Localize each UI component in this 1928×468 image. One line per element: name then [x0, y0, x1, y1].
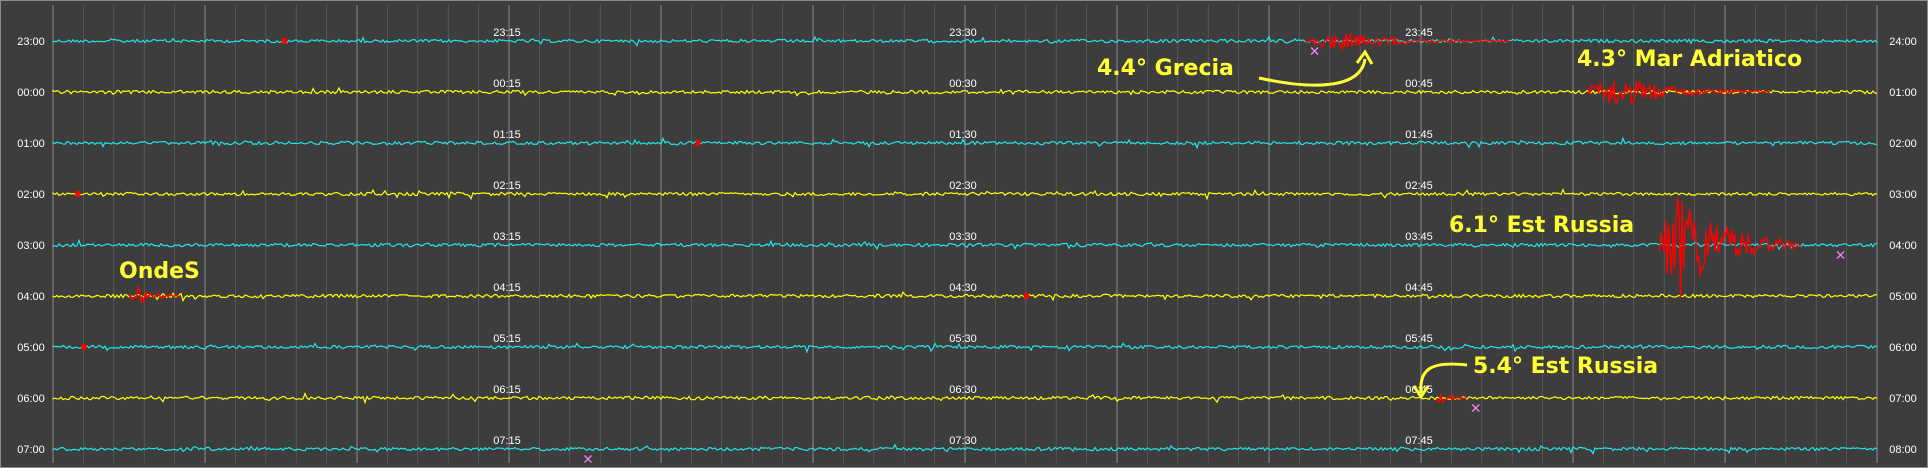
event-marker	[1471, 404, 1480, 412]
row-mid-label: 05:30	[949, 333, 977, 345]
row-mid-label: 04:15	[493, 282, 521, 294]
row-mid-label: 03:15	[493, 231, 521, 243]
row-mid-label: 02:15	[493, 180, 521, 192]
row-end-label: 06:00	[1889, 342, 1917, 354]
row-start-label: 01:00	[17, 138, 45, 150]
row-end-label: 08:00	[1889, 444, 1917, 456]
row-start-label: 03:00	[17, 240, 45, 252]
row-end-label: 03:00	[1889, 189, 1917, 201]
row-start-label: 06:00	[17, 393, 45, 405]
row-start-label: 23:00	[17, 36, 45, 48]
row-mid-label: 23:15	[493, 27, 521, 39]
row-start-label: 00:00	[17, 87, 45, 99]
annotation-adriatico: 4.3° Mar Adriatico	[1577, 47, 1802, 72]
annotation-6-1-russia: 6.1° Est Russia	[1449, 213, 1634, 238]
row-start-label: 04:00	[17, 291, 45, 303]
row-mid-label: 07:30	[949, 435, 977, 447]
row-mid-label: 04:45	[1405, 282, 1433, 294]
row-mid-label: 01:45	[1405, 129, 1433, 141]
row-mid-label: 06:30	[949, 384, 977, 396]
row-mid-label: 00:30	[949, 78, 977, 90]
row-mid-label: 00:45	[1405, 78, 1433, 90]
event-marker	[1836, 251, 1845, 259]
row-start-label: 05:00	[17, 342, 45, 354]
red-tick	[75, 191, 81, 197]
event-marker	[1310, 47, 1319, 55]
row-end-label: 02:00	[1889, 138, 1917, 150]
row-mid-label: 07:15	[493, 435, 521, 447]
row-mid-label: 23:45	[1405, 27, 1433, 39]
row-end-label: 07:00	[1889, 393, 1917, 405]
red-tick	[695, 140, 701, 146]
row-mid-label: 07:45	[1405, 435, 1433, 447]
seismogram-plot: 23:00 24:00 23:15 23:30 23:45 00:00 01:00 00:15…	[17, 5, 1917, 463]
row-start-label: 02:00	[17, 189, 45, 201]
x-marker	[584, 455, 592, 463]
row-mid-label: 00:15	[493, 78, 521, 90]
row-mid-label: 01:15	[493, 129, 521, 141]
annotation-5-4-russia: 5.4° Est Russia	[1473, 354, 1658, 379]
row-mid-label: 03:45	[1405, 231, 1433, 243]
row-mid-label: 05:45	[1405, 333, 1433, 345]
row-mid-label: 23:30	[949, 27, 977, 39]
row-end-label: 24:00	[1889, 36, 1917, 48]
arrow-grecia	[1258, 58, 1367, 87]
annotation-grecia: 4.4° Grecia	[1097, 56, 1234, 81]
event-waveform	[128, 285, 181, 303]
row-end-label: 04:00	[1889, 240, 1917, 252]
row-mid-label: 05:15	[493, 333, 521, 345]
event-waveform	[1658, 197, 1802, 298]
red-tick	[1023, 293, 1029, 299]
red-tick	[81, 344, 87, 350]
annotation-ondes: OndeS	[119, 259, 200, 284]
seismogram-frame: 23:00 24:00 23:15 23:30 23:45 00:00 01:00 00:15…	[0, 0, 1928, 468]
row-mid-label: 04:30	[949, 282, 977, 294]
row-end-label: 05:00	[1889, 291, 1917, 303]
row-start-label: 07:00	[17, 444, 45, 456]
row-mid-label: 02:45	[1405, 180, 1433, 192]
red-tick	[282, 38, 288, 44]
row-mid-label: 03:30	[949, 231, 977, 243]
row-mid-label: 06:15	[493, 384, 521, 396]
row-mid-label: 02:30	[949, 180, 977, 192]
row-end-label: 01:00	[1889, 87, 1917, 99]
